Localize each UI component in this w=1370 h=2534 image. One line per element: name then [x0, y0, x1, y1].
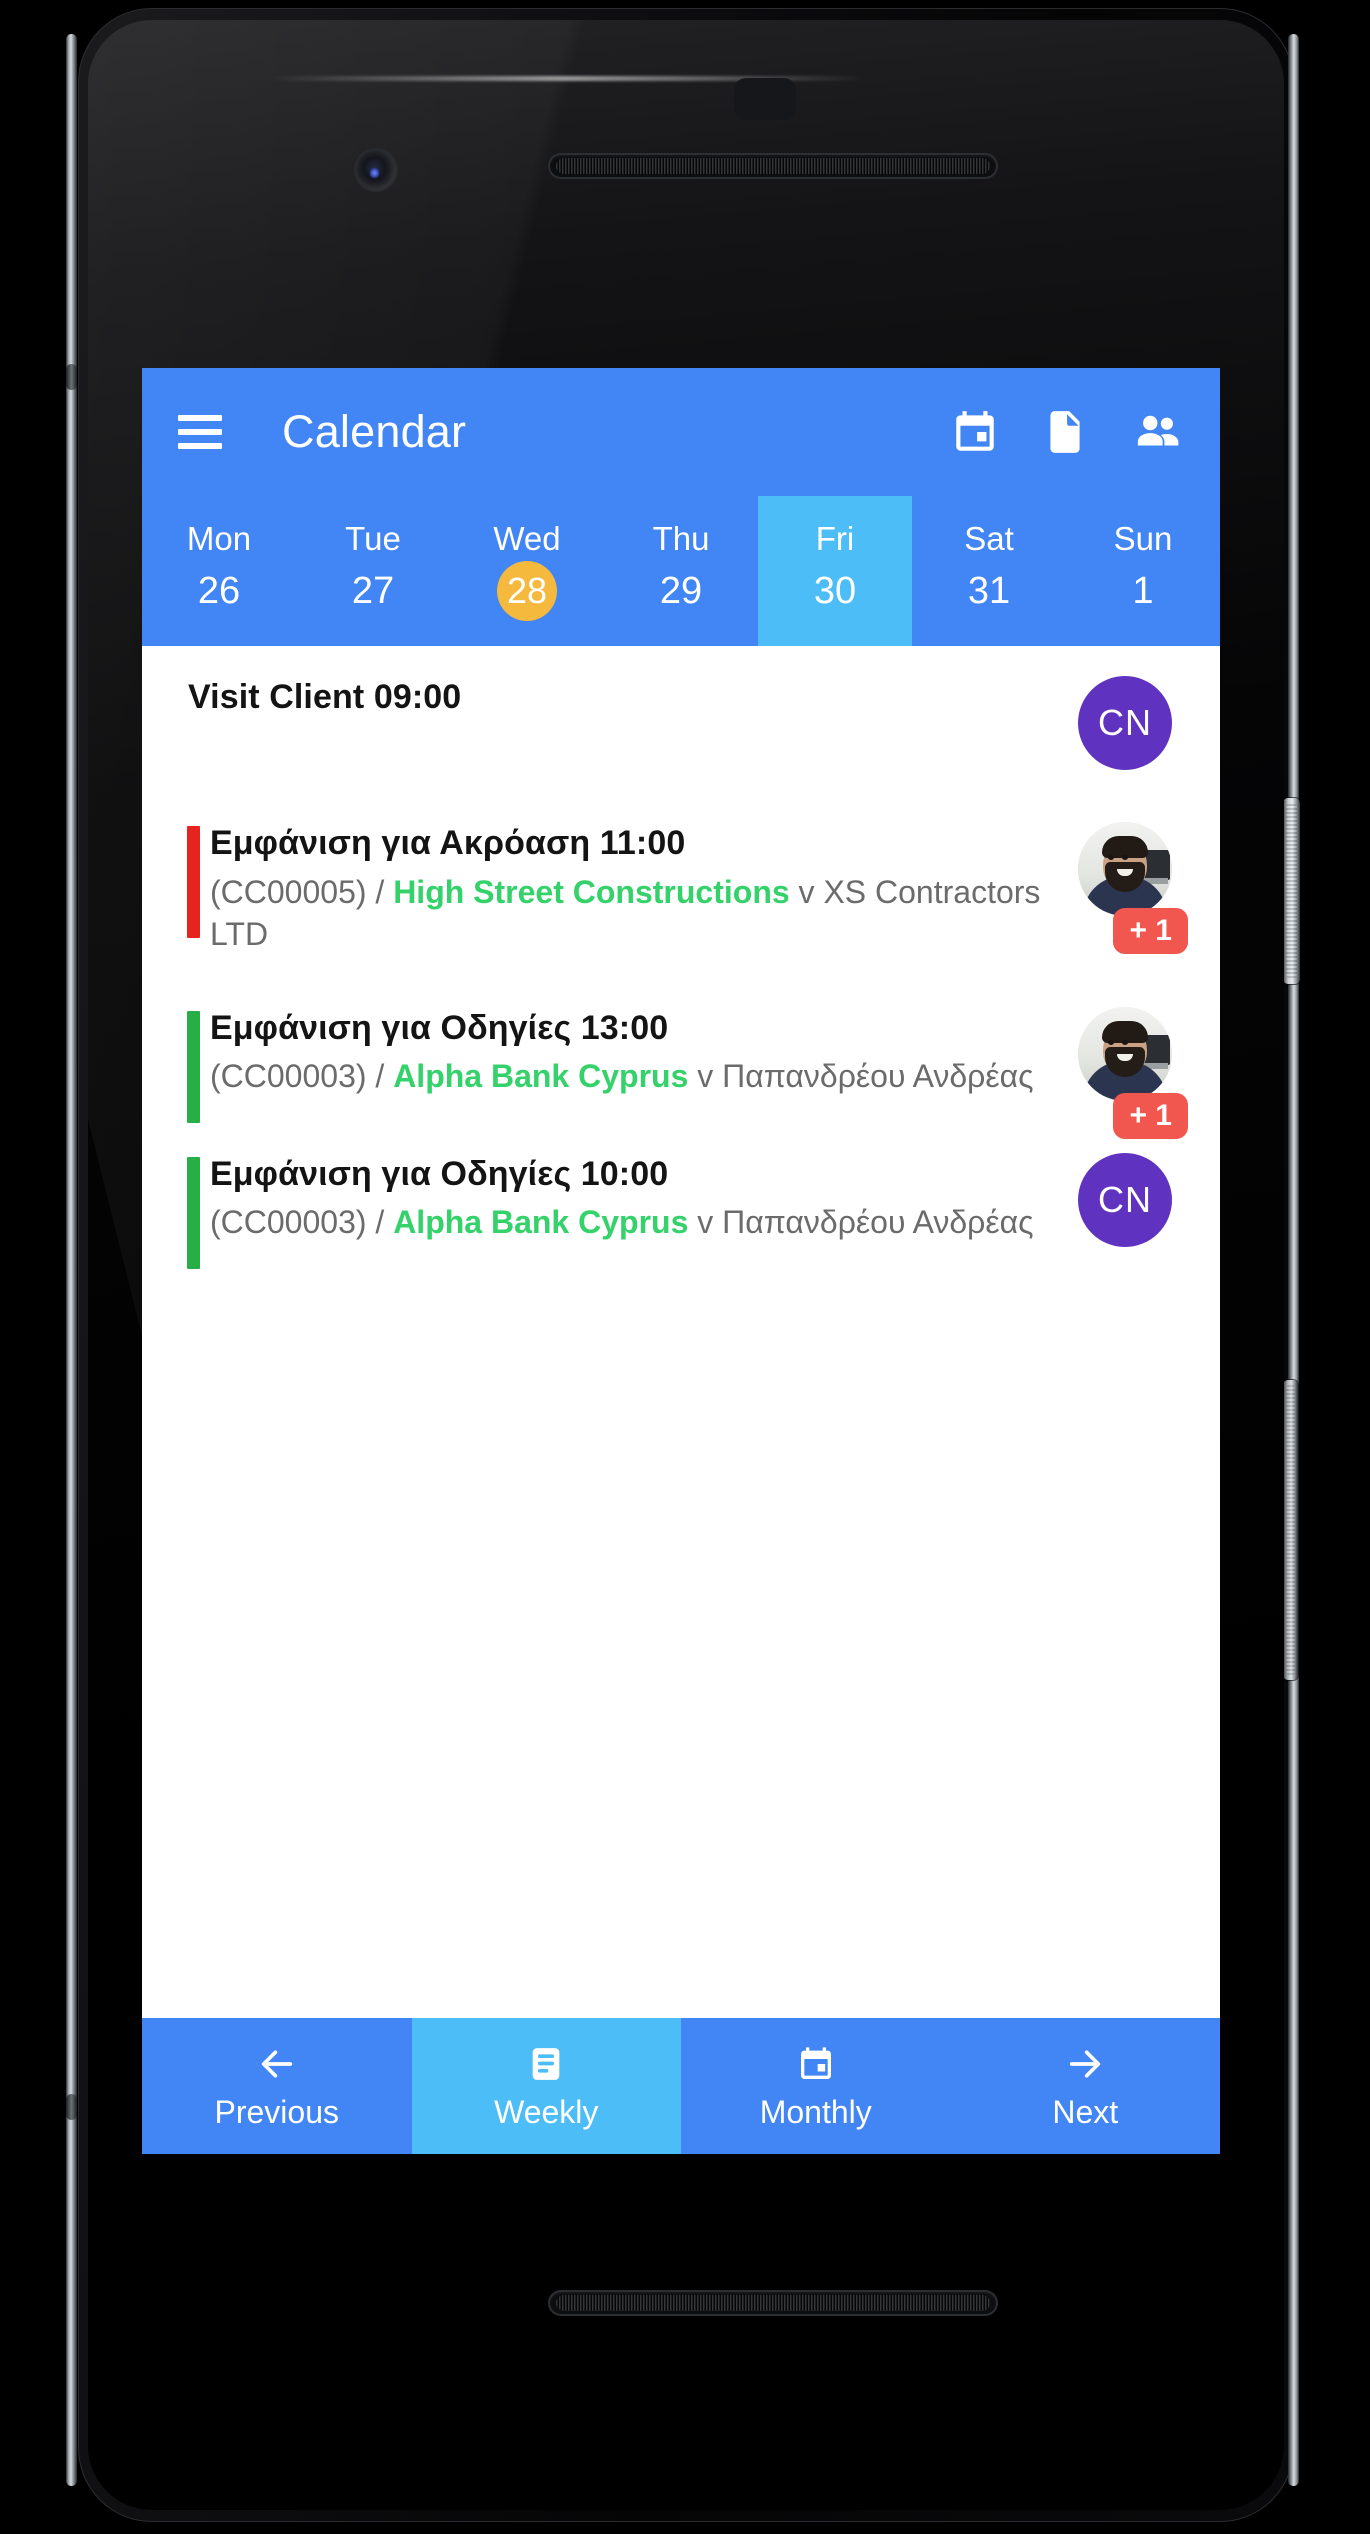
arrow-right-icon — [1065, 2044, 1105, 2084]
day-of-week-label: Wed — [493, 519, 561, 557]
proximity-sensor — [734, 78, 796, 120]
day-number: 31 — [967, 569, 1011, 612]
people-icon[interactable] — [1130, 405, 1184, 459]
day-of-week-label: Tue — [345, 519, 401, 557]
phone-right-rail — [1288, 34, 1299, 2486]
event-avatar-area: CN — [1066, 676, 1184, 770]
phone-left-rail — [66, 34, 77, 2486]
event-text: Εμφάνιση για Ακρόαση 11:00 (CC00005) / Hi… — [188, 822, 1058, 955]
event-avatar-area: CN — [1066, 1152, 1184, 1247]
nav-button-label: Next — [1052, 2094, 1119, 2130]
week-strip: Mon 26 Tue 27 Wed 28 Thu 29 Fri 30 Sat 31 Sun 1 — [142, 496, 1220, 646]
day-number: 26 — [197, 569, 241, 612]
bottom-speaker — [548, 2290, 998, 2316]
event-text: Visit Client 09:00 — [188, 676, 1058, 719]
event-color-bar — [187, 1010, 200, 1123]
app-bar: Calendar — [142, 368, 1220, 496]
event-case-ref: (CC00005) / — [210, 873, 394, 910]
event-text: Εμφάνιση για Οδηγίες 13:00 (CC00003) / Al… — [188, 1007, 1058, 1098]
event-row[interactable]: Visit Client 09:00 CN — [142, 650, 1220, 796]
day-number: 29 — [659, 569, 703, 612]
event-versus: v — [688, 1058, 723, 1095]
app-screen: Calendar Mon 26 Tue 27 Wed 28 Thu 29 Fri… — [142, 368, 1220, 2154]
avatar-initials[interactable]: CN — [1078, 1152, 1172, 1247]
event-subtitle: (CC00003) / Alpha Bank Cyprus v Παπανδρέ… — [210, 1055, 1058, 1097]
event-opponent-name: Παπανδρέου Ανδρέας — [722, 1204, 1034, 1241]
arrow-left-icon — [257, 2044, 297, 2084]
avatar-photo[interactable] — [1078, 1006, 1172, 1101]
event-text: Εμφάνιση για Οδηγίες 10:00 (CC00003) / Al… — [188, 1153, 1058, 1244]
event-avatar-area: + 1 — [1066, 822, 1188, 954]
event-case-ref: (CC00003) / — [210, 1058, 394, 1095]
bottom-navigation: Previous Weekly Monthly Next — [142, 2018, 1220, 2154]
nav-button-previous[interactable]: Previous — [142, 2018, 412, 2154]
event-opponent-name: Παπανδρέου Ανδρέας — [722, 1058, 1034, 1095]
nav-button-weekly[interactable]: Weekly — [411, 2018, 681, 2154]
nav-button-monthly[interactable]: Monthly — [681, 2018, 951, 2154]
event-color-bar — [187, 826, 200, 938]
event-avatar-area: + 1 — [1066, 1006, 1188, 1139]
day-of-week-label: Mon — [186, 519, 252, 557]
app-bar-actions — [950, 405, 1184, 459]
day-cell-thu[interactable]: Thu 29 — [604, 496, 758, 646]
event-subtitle: (CC00003) / Alpha Bank Cyprus v Παπανδρέ… — [210, 1201, 1058, 1243]
event-color-bar — [187, 1156, 200, 1269]
day-number: 30 — [813, 569, 857, 612]
event-title: Εμφάνιση για Οδηγίες 13:00 — [210, 1008, 669, 1047]
event-versus: v — [789, 873, 824, 910]
list-view-icon — [526, 2044, 566, 2084]
nav-button-next[interactable]: Next — [951, 2018, 1221, 2154]
event-client-name[interactable]: Alpha Bank Cyprus — [393, 1204, 688, 1240]
event-title: Εμφάνιση για Ακρόαση 11:00 — [210, 824, 686, 862]
event-subtitle: (CC00005) / High Street Constructions v … — [210, 871, 1058, 955]
day-cell-mon[interactable]: Mon 26 — [142, 496, 296, 646]
power-button[interactable] — [1283, 798, 1300, 984]
event-row[interactable]: Εμφάνιση για Ακρόαση 11:00 (CC00005) / Hi… — [142, 796, 1220, 981]
page-title: Calendar — [282, 406, 467, 457]
nav-button-label: Monthly — [759, 2094, 872, 2130]
calendar-icon[interactable] — [950, 407, 1000, 457]
day-cell-wed[interactable]: Wed 28 — [450, 496, 604, 646]
front-camera — [356, 150, 396, 190]
day-of-week-label: Fri — [815, 519, 855, 557]
day-of-week-label: Sat — [964, 519, 1014, 557]
day-number: 27 — [351, 569, 395, 612]
day-of-week-label: Sun — [1113, 519, 1173, 557]
avatar-initials[interactable]: CN — [1078, 676, 1172, 770]
event-client-name[interactable]: Alpha Bank Cyprus — [393, 1058, 688, 1094]
event-title: Εμφάνιση για Οδηγίες 10:00 — [210, 1154, 669, 1193]
volume-button[interactable] — [1283, 1380, 1298, 1680]
event-case-ref: (CC00003) / — [210, 1204, 394, 1241]
day-cell-fri[interactable]: Fri 30 — [758, 496, 912, 646]
nav-button-label: Weekly — [494, 2094, 599, 2130]
attendee-count-badge[interactable]: + 1 — [1113, 908, 1188, 954]
day-of-week-label: Thu — [652, 519, 710, 557]
document-icon[interactable] — [1040, 407, 1090, 457]
day-cell-sun[interactable]: Sun 1 — [1066, 496, 1220, 646]
hamburger-menu-icon[interactable] — [178, 415, 222, 449]
event-title: Visit Client 09:00 — [188, 678, 462, 716]
calendar-icon — [796, 2044, 836, 2084]
day-number-today: 28 — [497, 560, 557, 621]
screenshot-stage: Calendar Mon 26 Tue 27 Wed 28 Thu 29 Fri… — [0, 0, 1370, 2534]
avatar-photo[interactable] — [1078, 822, 1172, 916]
earpiece-speaker — [548, 153, 998, 179]
day-cell-tue[interactable]: Tue 27 — [296, 496, 450, 646]
event-row[interactable]: Εμφάνιση για Οδηγίες 13:00 (CC00003) / Al… — [142, 981, 1220, 1139]
event-client-name[interactable]: High Street Constructions — [393, 874, 789, 910]
event-row[interactable]: Εμφάνιση για Οδηγίες 10:00 (CC00003) / Al… — [142, 1127, 1220, 1273]
nav-button-label: Previous — [214, 2094, 340, 2130]
day-number: 1 — [1132, 569, 1154, 612]
event-versus: v — [688, 1204, 723, 1241]
event-list: Visit Client 09:00 CN Εμφάνιση για Ακρόαση… — [142, 646, 1220, 1273]
day-cell-sat[interactable]: Sat 31 — [912, 496, 1066, 646]
